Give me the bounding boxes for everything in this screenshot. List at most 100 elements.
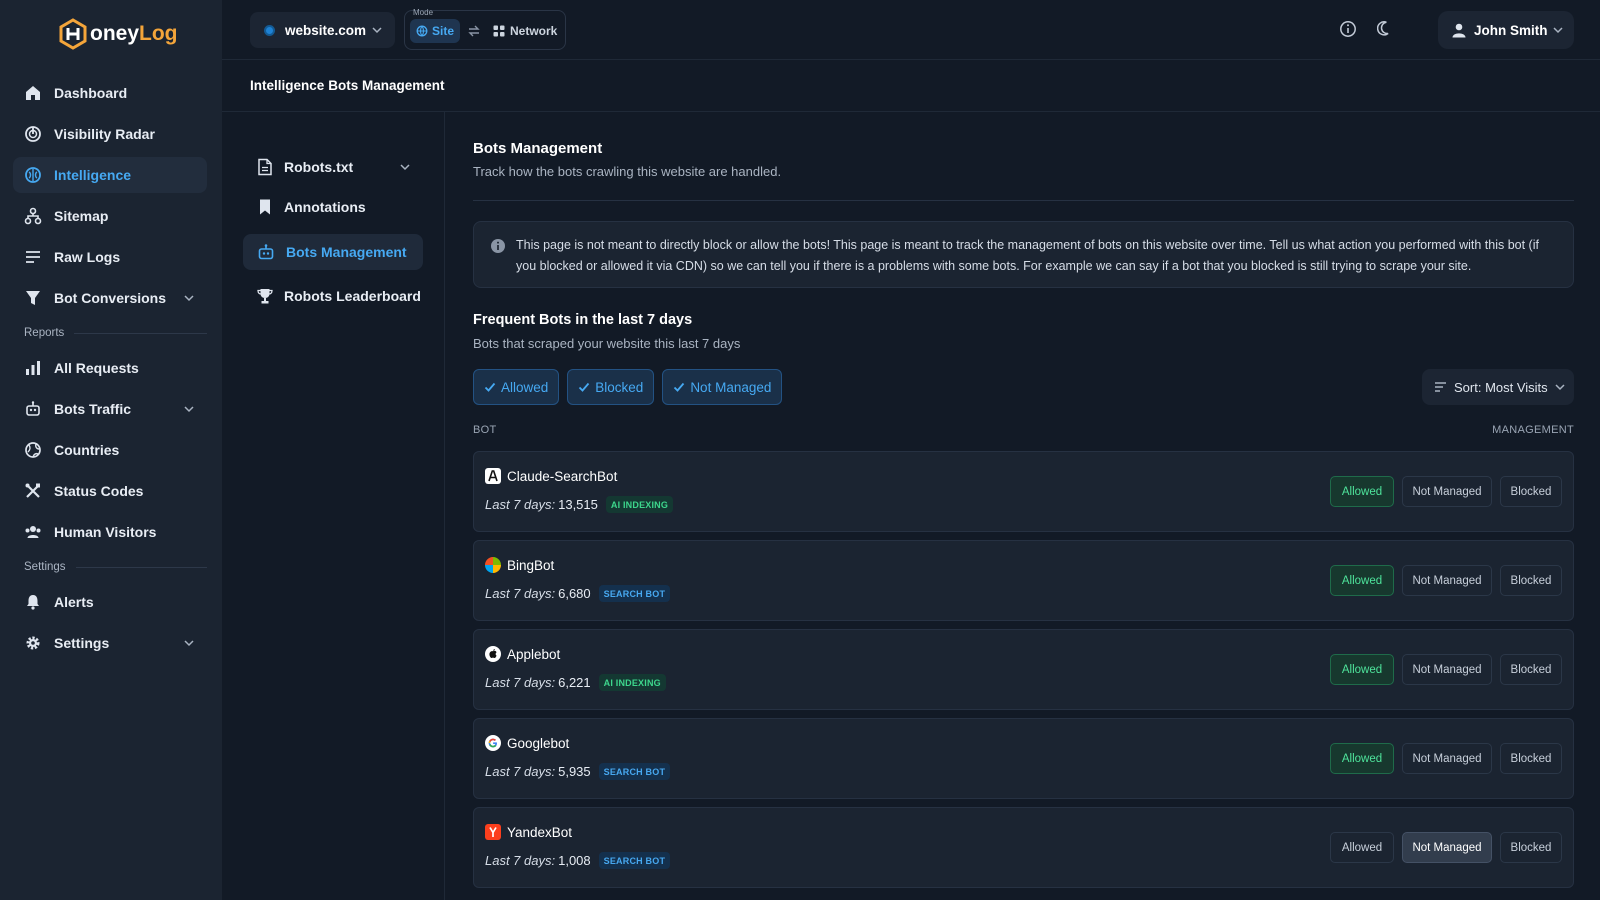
sitemap-icon <box>24 207 42 225</box>
column-header-bot: BOT <box>473 424 497 436</box>
user-icon <box>1452 23 1466 37</box>
sidebar-item-label: All Requests <box>54 360 139 376</box>
management-buttons: Allowed Not Managed Blocked <box>1322 476 1562 507</box>
robot-icon <box>26 401 40 416</box>
bar-chart-icon <box>26 361 40 375</box>
bookmark-icon <box>260 199 270 215</box>
funnel-icon <box>26 291 40 305</box>
honeylog-logo[interactable]: oney Log <box>58 16 178 52</box>
sidebar-item-status-codes[interactable]: Status Codes <box>13 473 207 509</box>
subnav-item-robots-txt[interactable]: Robots.txt <box>243 149 423 185</box>
sidebar-item-label: Alerts <box>54 594 94 610</box>
status-filters: Allowed Blocked Not Managed <box>473 369 790 405</box>
bot-type-badge: SEARCH BOT <box>598 585 671 602</box>
logo-text-oney: oney <box>90 22 140 45</box>
bot-row: YandexBot Last 7 days: 1,008 SEARCH BOT … <box>473 807 1574 888</box>
mode-label: Mode <box>413 8 434 17</box>
subnav-item-annotations[interactable]: Annotations <box>243 189 423 225</box>
not-managed-button[interactable]: Not Managed <box>1402 565 1492 596</box>
filter-blocked[interactable]: Blocked <box>567 369 655 405</box>
user-name: John Smith <box>1474 22 1548 38</box>
subnav-item-label: Robots Leaderboard <box>284 288 421 304</box>
sidebar-item-sitemap[interactable]: Sitemap <box>13 198 207 234</box>
not-managed-button[interactable]: Not Managed <box>1402 832 1492 863</box>
not-managed-button[interactable]: Not Managed <box>1402 476 1492 507</box>
blocked-button[interactable]: Blocked <box>1500 743 1562 774</box>
users-icon <box>25 526 41 538</box>
section-reports: Reports <box>13 321 207 345</box>
bot-stats: Last 7 days: 1,008 SEARCH BOT <box>485 852 671 869</box>
section-divider <box>75 566 207 568</box>
allowed-button[interactable]: Allowed <box>1330 476 1394 507</box>
blocked-button[interactable]: Blocked <box>1500 565 1562 596</box>
allowed-button[interactable]: Allowed <box>1330 654 1394 685</box>
management-buttons: Allowed Not Managed Blocked <box>1322 743 1562 774</box>
bot-stats: Last 7 days: 6,221 AI INDEXING <box>485 674 666 691</box>
blocked-button[interactable]: Blocked <box>1500 654 1562 685</box>
chevron-down-icon <box>400 164 410 171</box>
info-icon[interactable] <box>1339 20 1357 38</box>
bot-list: Claude-SearchBot Last 7 days: 13,515 AI … <box>473 451 1574 896</box>
allowed-button[interactable]: Allowed <box>1330 743 1394 774</box>
sidebar-item-visibility-radar[interactable]: Visibility Radar <box>13 116 207 152</box>
sidebar-item-all-requests[interactable]: All Requests <box>13 350 207 386</box>
sidebar-item-raw-logs[interactable]: Raw Logs <box>13 239 207 275</box>
page-subtitle: Track how the bots crawling this website… <box>473 164 782 179</box>
mode-site-button[interactable]: Site <box>410 19 460 43</box>
sidebar-item-label: Human Visitors <box>54 524 157 540</box>
subnav-item-bots-management[interactable]: Bots Management <box>243 234 423 270</box>
gear-icon <box>26 636 40 650</box>
mode-network-button[interactable]: Network <box>493 19 557 43</box>
sidebar-item-settings[interactable]: Settings <box>13 625 207 661</box>
globe-icon <box>25 442 41 458</box>
filter-allowed[interactable]: Allowed <box>473 369 560 405</box>
visit-count: 6,221 <box>558 675 591 690</box>
intelligence-subnav: Robots.txt Annotations Bots Management R… <box>222 112 445 900</box>
breadcrumb-item[interactable]: Intelligence <box>250 78 324 93</box>
allowed-button[interactable]: Allowed <box>1330 832 1394 863</box>
allowed-button[interactable]: Allowed <box>1330 565 1394 596</box>
sidebar-item-bot-conversions[interactable]: Bot Conversions <box>13 280 207 316</box>
sidebar-item-countries[interactable]: Countries <box>13 432 207 468</box>
user-menu[interactable]: John Smith <box>1438 11 1574 49</box>
sidebar-item-human-visitors[interactable]: Human Visitors <box>13 514 207 550</box>
radar-icon <box>25 126 41 142</box>
blocked-button[interactable]: Blocked <box>1500 832 1562 863</box>
bot-name: BingBot <box>507 558 555 573</box>
sidebar-item-intelligence[interactable]: Intelligence <box>13 157 207 193</box>
info-text: This page is not meant to directly block… <box>516 238 1539 273</box>
sidebar: oney Log Dashboard Visibility Radar Intel… <box>0 0 222 900</box>
bot-type-badge: AI INDEXING <box>605 496 674 513</box>
site-selector[interactable]: website.com <box>250 12 395 48</box>
filter-label: Allowed <box>501 379 549 395</box>
filter-not-managed[interactable]: Not Managed <box>662 369 783 405</box>
chevron-down-icon <box>184 640 194 647</box>
honeycomb-logo-icon <box>59 18 87 50</box>
page-title: Bots Management <box>473 140 603 157</box>
sidebar-item-label: Countries <box>54 442 120 458</box>
topbar: website.com Mode Site Network John Smith <box>222 0 1600 60</box>
moon-icon[interactable] <box>1377 20 1395 38</box>
section-title: Frequent Bots in the last 7 days <box>473 312 693 328</box>
visit-count: 1,008 <box>558 853 591 868</box>
bot-type-badge: AI INDEXING <box>598 674 666 691</box>
check-icon <box>674 382 685 392</box>
blocked-button[interactable]: Blocked <box>1500 476 1562 507</box>
sort-label: Sort: Most Visits <box>1454 379 1548 395</box>
filter-label: Not Managed <box>690 379 772 395</box>
sort-dropdown[interactable]: Sort: Most Visits <box>1422 369 1574 405</box>
check-icon <box>579 382 590 392</box>
section-settings: Settings <box>13 555 207 579</box>
breadcrumb-current: Bots Management <box>328 78 445 93</box>
sidebar-item-bots-traffic[interactable]: Bots Traffic <box>13 391 207 427</box>
sidebar-item-dashboard[interactable]: Dashboard <box>13 75 207 111</box>
bot-name: Claude-SearchBot <box>507 469 618 484</box>
not-managed-button[interactable]: Not Managed <box>1402 743 1492 774</box>
logo-text-log: Log <box>139 22 178 45</box>
main-nav: Dashboard Visibility Radar Intelligence … <box>13 75 207 666</box>
swap-icon[interactable] <box>467 24 481 38</box>
not-managed-button[interactable]: Not Managed <box>1402 654 1492 685</box>
sidebar-item-alerts[interactable]: Alerts <box>13 584 207 620</box>
management-buttons: Allowed Not Managed Blocked <box>1322 832 1562 863</box>
subnav-item-robots-leaderboard[interactable]: Robots Leaderboard <box>243 278 423 314</box>
